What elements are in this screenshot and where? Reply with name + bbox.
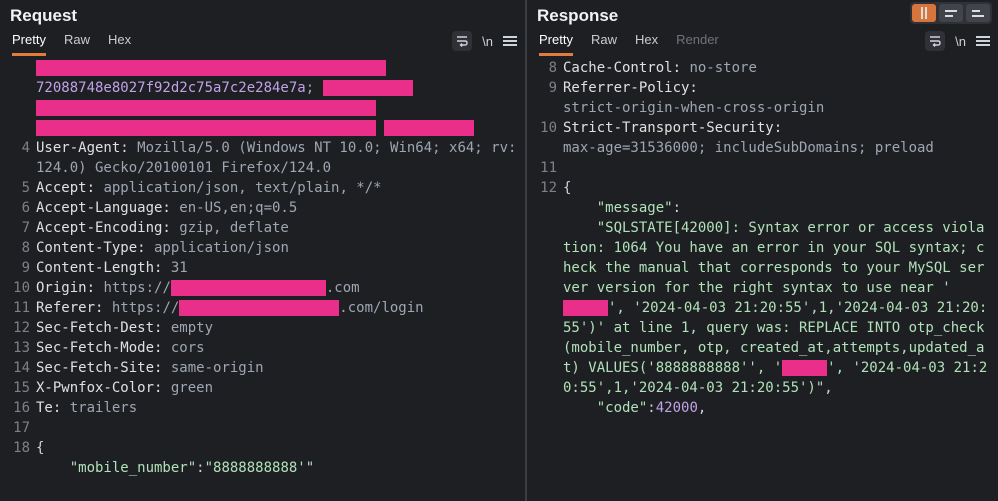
wrap-lines-button[interactable] [925, 31, 945, 51]
response-editor[interactable]: 8Cache-Control: no-store 9Referrer-Polic… [527, 56, 998, 501]
tab-hex[interactable]: Hex [108, 32, 131, 56]
request-editor[interactable]: 72088748e8027f92d2c75a7c2e284e7a; 4User-… [0, 56, 525, 501]
hamburger-menu[interactable] [976, 36, 990, 46]
wrap-lines-button[interactable] [452, 31, 472, 51]
tab-render[interactable]: Render [676, 32, 719, 56]
request-toolbar: \n [452, 31, 517, 51]
tab-pretty[interactable]: Pretty [12, 32, 46, 56]
layout-toggle [910, 2, 992, 24]
request-title: Request [10, 6, 77, 26]
response-toolbar: \n [925, 31, 990, 51]
tab-raw[interactable]: Raw [64, 32, 90, 56]
request-tabs-row: Pretty Raw Hex \n [0, 26, 525, 56]
layout-vertical-split[interactable] [912, 4, 936, 22]
tab-pretty[interactable]: Pretty [539, 32, 573, 56]
layout-horizontal-bottom[interactable] [966, 4, 990, 22]
tab-hex[interactable]: Hex [635, 32, 658, 56]
newline-toggle[interactable]: \n [955, 34, 966, 49]
response-tabs-row: Pretty Raw Hex Render \n [527, 26, 998, 56]
response-tabs: Pretty Raw Hex Render [535, 26, 723, 56]
sql-error-message: "SQLSTATE[42000]: Syntax error or access… [563, 220, 987, 396]
request-panel: Request Pretty Raw Hex \n [0, 0, 527, 501]
response-title: Response [537, 6, 618, 26]
layout-horizontal-top[interactable] [939, 4, 963, 22]
response-panel: Response Pretty Raw Hex Render \n [527, 0, 998, 501]
hex-token: 72088748e8027f92d2c75a7c2e284e7a [36, 80, 306, 96]
app-root: Request Pretty Raw Hex \n [0, 0, 998, 501]
newline-toggle[interactable]: \n [482, 34, 493, 49]
request-tabs: Pretty Raw Hex [8, 26, 135, 56]
request-header-row: Request [0, 0, 525, 26]
hamburger-menu[interactable] [503, 36, 517, 46]
tab-raw[interactable]: Raw [591, 32, 617, 56]
